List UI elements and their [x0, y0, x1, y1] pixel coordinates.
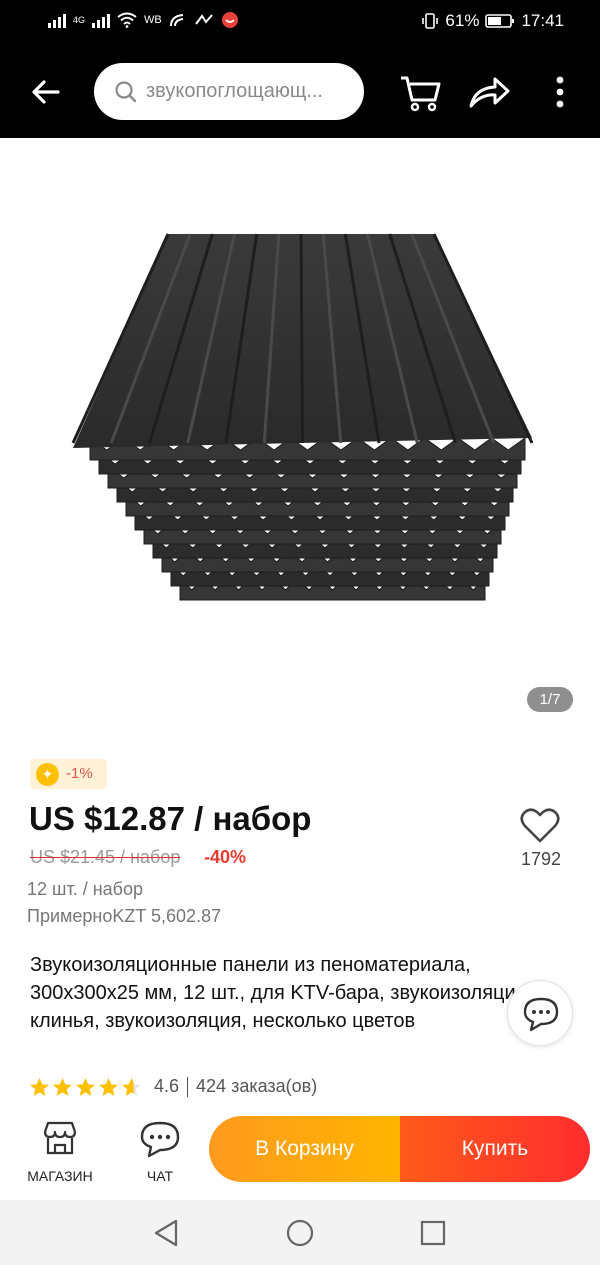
triangle-back-icon [154, 1219, 178, 1247]
search-input[interactable]: звукопоглощающ... [94, 63, 364, 120]
circle-home-icon [286, 1219, 314, 1247]
search-placeholder: звукопоглощающ... [146, 80, 323, 102]
add-to-cart-button[interactable]: В Корзину [209, 1116, 400, 1182]
current-price: US $12.87 / набор [29, 800, 312, 837]
more-button[interactable] [538, 70, 582, 114]
star-icon [122, 1077, 141, 1096]
share-icon [469, 77, 510, 108]
coupon-value: -1% [66, 765, 93, 782]
orders-count: 424 заказа(ов) [196, 1076, 318, 1096]
star-icon [53, 1077, 72, 1096]
bottom-action-bar: МАГАЗИН ЧАТ В Корзину Купить [0, 1110, 600, 1200]
nav-home-button[interactable] [283, 1216, 317, 1250]
cart-icon [401, 76, 441, 112]
star-icon [99, 1077, 118, 1096]
wishlist-button[interactable] [518, 803, 562, 847]
wifi-icon [117, 12, 137, 28]
store-icon [43, 1121, 77, 1155]
foam-ridge [299, 233, 304, 444]
wishlist-count: 1792 [520, 849, 562, 869]
status-left: 4G WB [48, 11, 239, 29]
square-recents-icon [420, 1220, 446, 1246]
coin-icon: ✦ [36, 763, 59, 786]
more-icon [556, 76, 564, 108]
discount-percent: -40% [204, 847, 247, 867]
signal-1-icon [48, 12, 66, 28]
chat-button[interactable]: ЧАТ [130, 1118, 190, 1184]
cart-button[interactable] [398, 70, 442, 114]
clock: 17:41 [521, 11, 564, 30]
product-image [71, 233, 534, 601]
chat-bubble-icon [523, 997, 559, 1032]
star-icon [76, 1077, 95, 1096]
status-bar: 4G WB 61% 17:41 [0, 0, 600, 44]
notification-app-icon [221, 12, 238, 28]
app-bar: звукопоглощающ... [0, 44, 600, 138]
rating-stars [29, 1077, 142, 1097]
chat-icon [140, 1121, 180, 1158]
approx-price: ПримерноKZT 5,602.87 [27, 906, 222, 926]
signal-wave-icon [169, 14, 183, 27]
heart-icon [520, 808, 560, 843]
back-button[interactable] [28, 74, 64, 110]
battery-percent: 61% [445, 11, 480, 30]
system-nav-bar [0, 1200, 600, 1265]
store-button[interactable]: МАГАЗИН [24, 1118, 96, 1184]
nav-recents-button[interactable] [416, 1216, 450, 1250]
pack-info: 12 шт. / набор [27, 879, 143, 899]
product-title: Звукоизоляционные панели из пеноматериал… [30, 954, 533, 1032]
battery-icon [485, 14, 515, 28]
old-price: US $21.45 / набор [30, 847, 181, 867]
nav-back-button[interactable] [149, 1216, 183, 1250]
chat-floating-button[interactable] [507, 980, 573, 1046]
network-a-label: 4G [73, 14, 86, 25]
back-arrow-icon [32, 80, 60, 104]
coupon-badge[interactable]: ✦ -1% [30, 759, 107, 789]
store-label: МАГАЗИН [27, 1168, 93, 1184]
rating-value: 4.6 [154, 1076, 180, 1096]
divider [187, 1076, 189, 1097]
chat-label: ЧАТ [146, 1168, 174, 1184]
image-counter: 1/7 [527, 687, 573, 712]
rating-row[interactable]: 4.6 424 заказа(ов) [29, 1076, 317, 1097]
buy-now-button[interactable]: Купить [400, 1116, 590, 1182]
vibrate-icon [422, 13, 439, 29]
product-gallery[interactable]: 1/7 [0, 138, 600, 728]
status-right: 61% 17:41 [421, 11, 564, 31]
nfc-icon [194, 14, 213, 25]
star-icon [30, 1077, 49, 1096]
signal-2-icon [92, 12, 111, 28]
carrier-tag: WB [144, 13, 162, 26]
search-icon [115, 80, 137, 102]
share-button[interactable] [467, 70, 511, 114]
